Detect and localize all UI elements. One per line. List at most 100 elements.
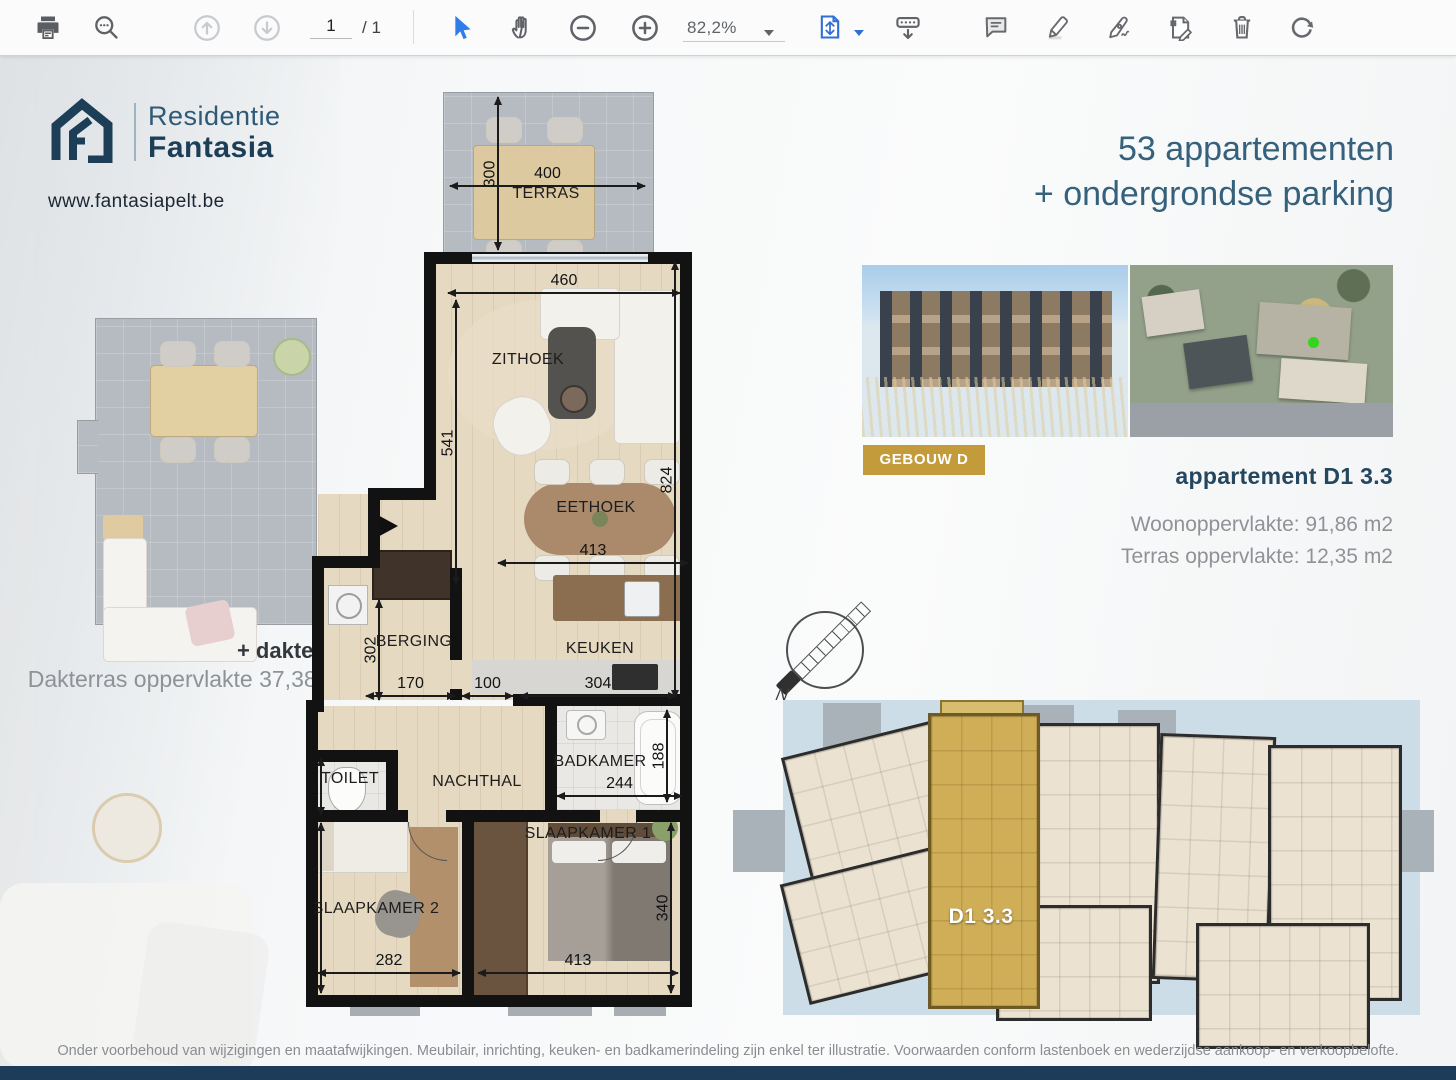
fit-page-button[interactable] [816,13,846,43]
roof-terrace-label: + dakterras [25,638,355,664]
search-button[interactable] [92,13,122,43]
dining-chair [589,459,625,485]
dim-bathroom-width: 244 [557,795,682,797]
print-icon [34,13,62,41]
dim-label: 302 [362,637,380,664]
cooktop [612,664,658,690]
dining-chair [534,459,570,485]
dim-label: 460 [551,272,578,290]
dim-label: 282 [376,952,403,970]
page-down-button[interactable] [252,13,282,43]
search-icon [92,13,120,41]
logo-title: Residentie [148,101,281,132]
dim-toilet-depth: 100 [320,758,322,815]
dim-dining-width: 413 [498,562,688,564]
delete-button[interactable] [1228,13,1258,43]
room-label-berging: BERGING [376,633,453,651]
page-down-icon [252,13,282,43]
photo-aerial-view [1130,265,1393,437]
zoom-level-value[interactable]: 82,2% [687,18,737,38]
logo-subtitle: Fantasia [148,131,274,165]
photo-aerial-building-3 [1256,302,1351,360]
photo-aerial-building-2 [1183,335,1253,389]
zoom-in-icon [630,13,660,43]
fit-dropdown-caret[interactable] [853,24,865,42]
hall-wardrobe [372,550,452,600]
overview-highlight-label: D1 3.3 [928,905,1034,929]
room-label-nachthal: NACHTHAL [432,773,521,791]
roof-terrace-chair [214,341,250,367]
window-sill [508,1007,592,1016]
dim-bedroom2-depth: 340 [320,823,322,993]
dim-bathroom-depth: 188 [666,710,668,802]
edit-page-button[interactable] [1166,13,1196,43]
dim-berging-depth: 302 [378,600,380,700]
dim-hall-width: 100 [462,695,513,697]
coffee-table-bowl [560,385,588,413]
dim-kitchen-width: 304 [520,695,676,697]
select-tool-button[interactable] [446,13,476,43]
zoom-out-button[interactable] [568,13,598,43]
roof-terrace-chair [214,437,250,463]
dim-terras-depth: 300 [497,97,499,250]
delete-icon [1228,13,1256,41]
zoom-in-button[interactable] [630,13,660,43]
roof-terrace-step [77,420,98,474]
print-button[interactable] [34,13,64,43]
dim-bedroom2-width: 282 [318,972,460,974]
washing-machine-door [336,593,362,619]
collapse-toolbar-button[interactable] [893,13,923,43]
highlight-button[interactable] [1044,13,1074,43]
dim-label: 400 [534,165,561,183]
photo-building-garden [862,377,1128,437]
dim-living-height: 541 [455,300,457,585]
highlight-icon [1044,13,1072,41]
hand-tool-icon [508,13,536,41]
roof-terrace-table [150,365,258,437]
apartment-title: appartement D1 3.3 [1175,463,1393,490]
dim-label: 244 [606,775,633,793]
dim-label: 100 [474,675,501,693]
hand-tool-button[interactable] [508,13,538,43]
roof-terrace-area-label: Dakterras oppervlakte 37,38 m2 [25,666,355,693]
dim-label: 304 [585,675,612,693]
pdf-toolbar: 1 / 1 82,2% [0,0,1456,56]
comment-icon [982,13,1010,41]
roof-terrace-chair [160,437,196,463]
roof-terrace-chair [160,341,196,367]
page-number-input[interactable]: 1 [310,16,352,39]
terras-chair [547,117,583,143]
disclaimer-text: Onder voorbehoud van wijzigingen en maat… [0,1043,1456,1059]
overview-terrace-patch [733,810,785,872]
logo-divider [134,103,136,161]
zoom-dropdown-caret[interactable] [763,24,775,42]
room-label-keuken: KEUKEN [566,640,634,658]
wall-segment [680,252,692,1007]
dim-berging-width: 170 [366,695,455,697]
comment-button[interactable] [982,13,1012,43]
wall-segment [306,700,318,1007]
dim-label: 340 [304,895,322,922]
overview-unit [1196,923,1370,1049]
page-up-button[interactable] [192,13,222,43]
dim-label: 170 [397,675,424,693]
dim-label: 413 [580,542,607,560]
room-label-eethoek: EETHOEK [556,499,635,517]
room-label-toilet: TOILET [321,770,379,788]
website-url: www.fantasiapelt.be [48,191,225,213]
logo-house-icon [48,97,122,163]
select-tool-icon [446,13,474,41]
logo [48,97,122,168]
wall-segment [462,810,474,995]
photo-aerial-building-1 [1141,289,1204,337]
signature-button[interactable] [1106,13,1136,43]
kitchen-sink [624,581,660,617]
wall-segment [424,252,436,500]
bathroom-sink-basin [577,715,597,735]
dim-label: 300 [481,160,499,187]
toolbar-divider [413,10,414,44]
wall-segment [306,995,692,1007]
dim-label: 188 [650,743,668,770]
window-sill [350,1007,420,1016]
redo-button[interactable] [1288,13,1318,43]
